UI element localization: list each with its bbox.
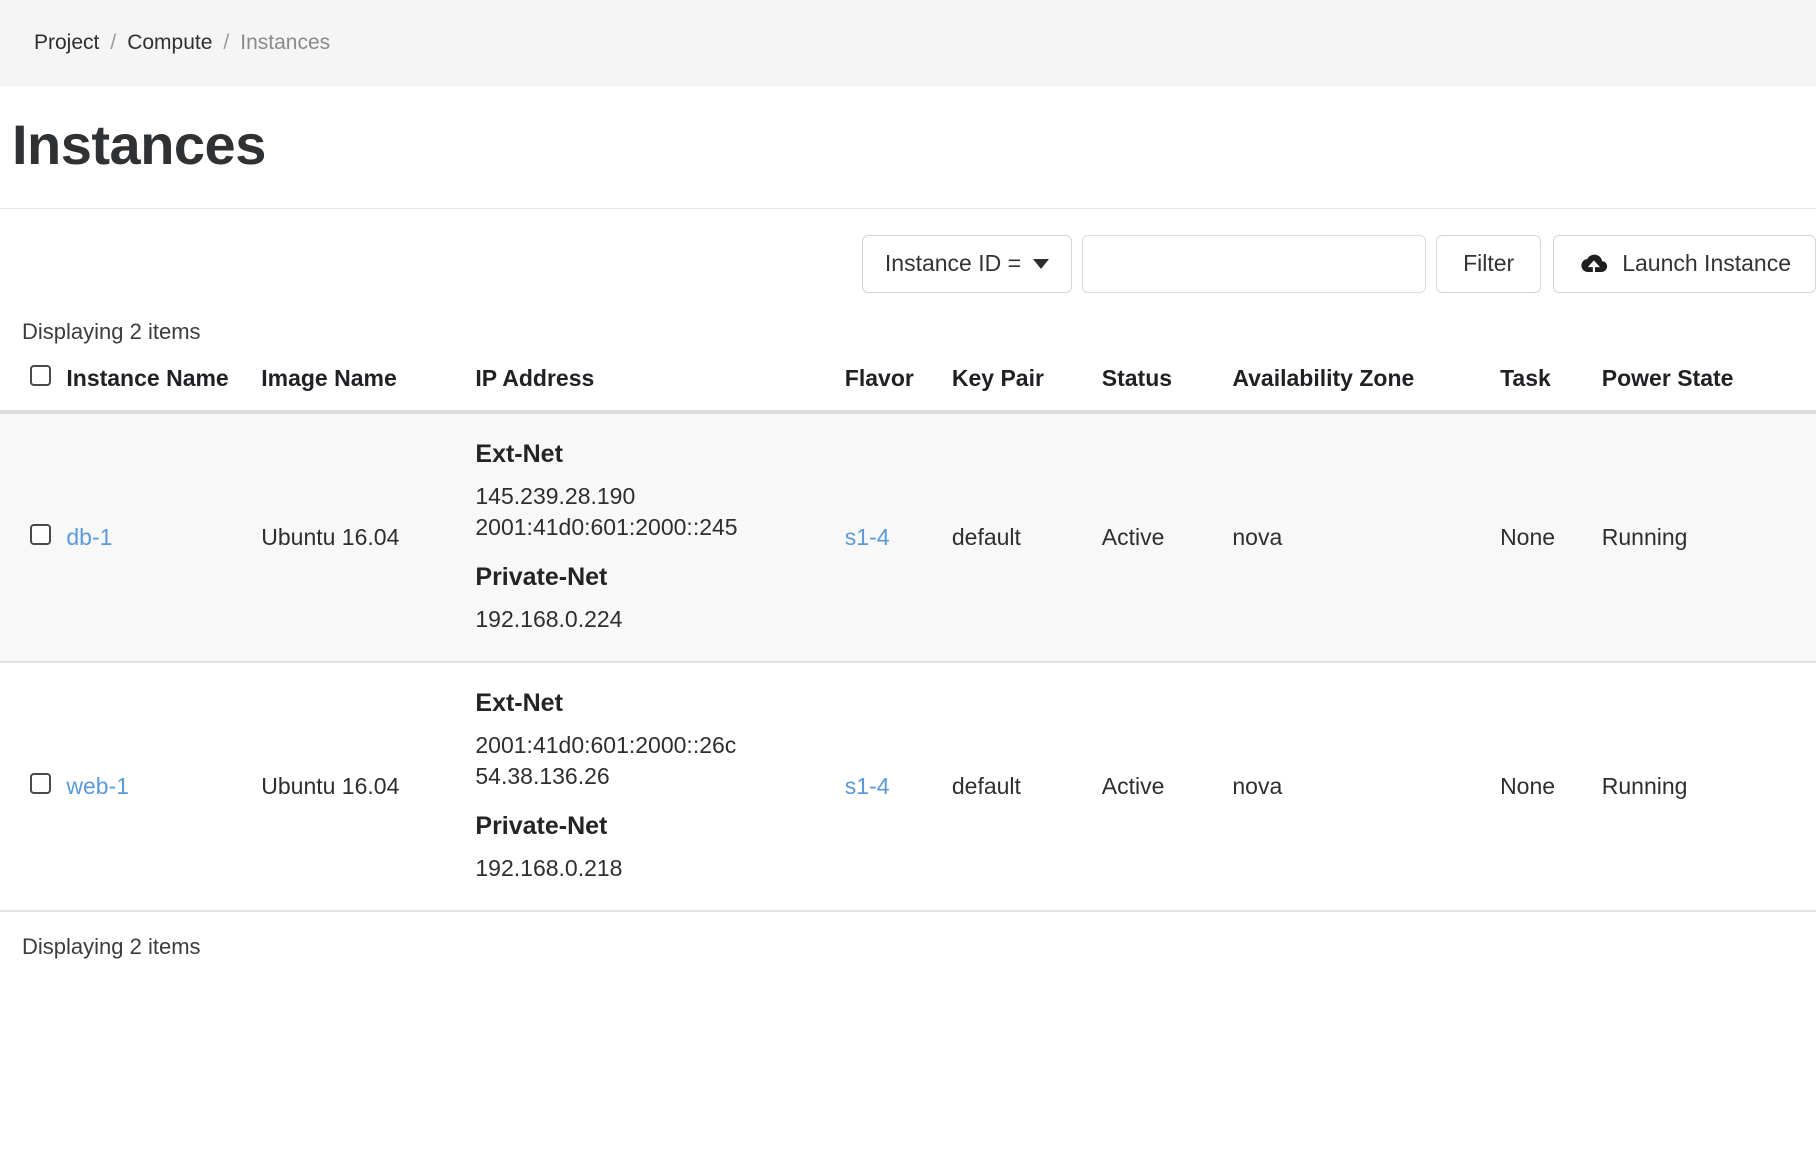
instance-name-link[interactable]: db-1 — [66, 524, 112, 550]
network-name: Private-Net — [475, 562, 608, 591]
network-name: Ext-Net — [475, 439, 563, 468]
breadcrumb-item-compute[interactable]: Compute — [127, 31, 212, 55]
page-header: Instances — [0, 86, 1816, 176]
ip-address: 54.38.136.26 — [475, 762, 610, 789]
filter-field-dropdown[interactable]: Instance ID = — [861, 234, 1073, 293]
cell-instance-name: db-1 — [66, 412, 261, 662]
ip-address: 192.168.0.224 — [475, 605, 623, 632]
network-block: Ext-Net 2001:41d0:601:2000::26c 54.38.13… — [475, 689, 844, 792]
column-select-all — [0, 359, 66, 412]
flavor-link[interactable]: s1-4 — [845, 773, 890, 799]
cell-power-state: Running — [1601, 772, 1688, 799]
cell-status: Active — [1101, 772, 1165, 799]
cell-key-pair: default — [951, 772, 1021, 799]
cell-flavor: s1-4 — [845, 412, 952, 662]
column-instance-name[interactable]: Instance Name — [66, 359, 261, 412]
filter-button[interactable]: Filter — [1436, 234, 1542, 293]
table-row[interactable]: web-1 Ubuntu 16.04 Ext-Net 2001:41d0:601… — [0, 661, 1816, 911]
breadcrumb: Project / Compute / Instances — [0, 0, 1816, 86]
cell-availability-zone: nova — [1232, 523, 1283, 550]
ip-address: 192.168.0.218 — [475, 854, 623, 881]
instances-table: Instance Name Image Name IP Address Flav… — [0, 359, 1816, 912]
launch-instance-button[interactable]: Launch Instance — [1553, 234, 1816, 293]
filter-field-label: Instance ID = — [884, 250, 1022, 277]
cell-task: None — [1500, 523, 1556, 550]
column-ip-address[interactable]: IP Address — [475, 359, 844, 412]
table-header-row: Instance Name Image Name IP Address Flav… — [0, 359, 1816, 412]
row-select-cell — [0, 662, 66, 911]
cell-availability-zone: nova — [1232, 772, 1283, 799]
network-name: Private-Net — [475, 811, 608, 840]
column-power-state[interactable]: Power State — [1602, 359, 1816, 412]
cell-flavor: s1-4 — [845, 662, 952, 911]
cell-ip-address: Ext-Net 2001:41d0:601:2000::26c 54.38.13… — [475, 662, 844, 911]
breadcrumb-separator: / — [223, 31, 230, 54]
cell-key-pair: default — [951, 523, 1021, 550]
cell-status: Active — [1101, 523, 1165, 550]
search-input[interactable] — [1082, 234, 1427, 293]
ip-address: 145.239.28.190 — [475, 482, 636, 509]
launch-instance-label: Launch Instance — [1622, 250, 1791, 277]
flavor-link[interactable]: s1-4 — [845, 524, 890, 550]
network-block: Private-Net 192.168.0.218 — [475, 812, 844, 884]
network-block: Ext-Net 145.239.28.190 2001:41d0:601:200… — [475, 440, 844, 543]
column-flavor[interactable]: Flavor — [845, 359, 952, 412]
column-key-pair[interactable]: Key Pair — [952, 359, 1102, 412]
table-body: db-1 Ubuntu 16.04 Ext-Net 145.239.28.190… — [0, 411, 1816, 911]
column-availability-zone[interactable]: Availability Zone — [1232, 359, 1500, 412]
cell-image-name: Ubuntu 16.04 — [261, 772, 400, 799]
column-task[interactable]: Task — [1500, 359, 1602, 412]
cell-power-state: Running — [1601, 523, 1688, 550]
cell-image-name: Ubuntu 16.04 — [261, 523, 400, 550]
cell-task: None — [1500, 772, 1556, 799]
table-toolbar: Instance ID = Filter Launch Instance — [0, 209, 1816, 319]
row-select-cell — [0, 412, 66, 662]
select-all-checkbox[interactable] — [30, 364, 51, 386]
page-title: Instances — [12, 113, 266, 176]
column-status[interactable]: Status — [1102, 359, 1233, 412]
chevron-down-icon — [1033, 258, 1050, 269]
row-checkbox[interactable] — [30, 772, 51, 794]
table-row[interactable]: db-1 Ubuntu 16.04 Ext-Net 145.239.28.190… — [0, 411, 1816, 662]
items-count-top: Displaying 2 items — [22, 318, 201, 344]
ip-address: 2001:41d0:601:2000::26c — [475, 731, 737, 758]
breadcrumb-item-project[interactable]: Project — [34, 31, 99, 55]
breadcrumb-separator: / — [110, 31, 117, 54]
table-head: Instance Name Image Name IP Address Flav… — [0, 359, 1816, 412]
breadcrumb-item-instances: Instances — [240, 31, 331, 54]
ip-address: 2001:41d0:601:2000::245 — [475, 513, 738, 540]
instances-page: Project / Compute / Instances Instances … — [0, 0, 1816, 1152]
instance-name-link[interactable]: web-1 — [66, 773, 129, 799]
cell-instance-name: web-1 — [66, 662, 261, 911]
row-checkbox[interactable] — [30, 523, 51, 545]
cloud-upload-icon — [1578, 253, 1608, 275]
cell-ip-address: Ext-Net 145.239.28.190 2001:41d0:601:200… — [475, 412, 844, 662]
filter-group: Instance ID = Filter Launch Instance — [861, 234, 1816, 293]
items-count-bottom: Displaying 2 items — [22, 933, 201, 959]
column-image-name[interactable]: Image Name — [261, 359, 475, 412]
network-name: Ext-Net — [475, 688, 563, 717]
network-block: Private-Net 192.168.0.224 — [475, 563, 844, 635]
